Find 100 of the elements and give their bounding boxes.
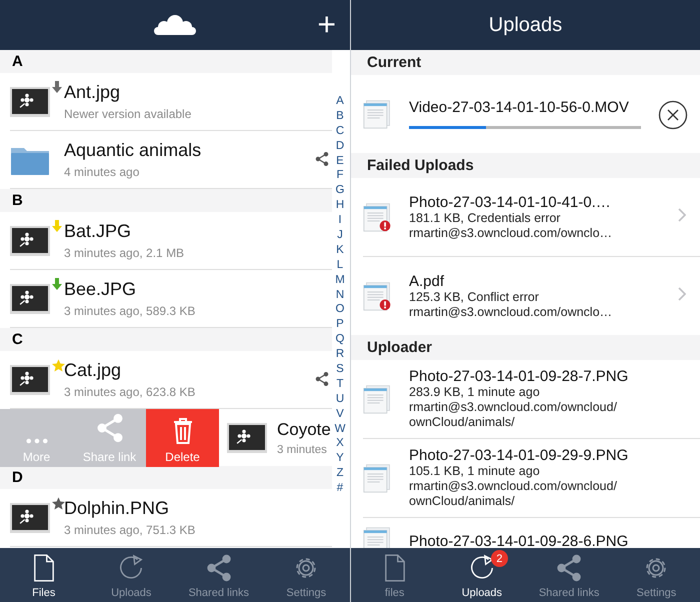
file-details: 3 minutes ago, 623.8 KB bbox=[64, 385, 196, 399]
index-letter[interactable]: K bbox=[336, 242, 344, 258]
file-name: Ant.jpg bbox=[64, 82, 122, 103]
file-name: Coyote bbox=[277, 420, 331, 440]
delete-action-button[interactable]: Delete bbox=[146, 408, 219, 466]
upload-details: rmartin@s3.owncloud.com/owncloud/ bbox=[409, 400, 618, 415]
tab[interactable]: files bbox=[351, 548, 438, 602]
image-thumbnail-icon bbox=[227, 422, 267, 452]
document-icon bbox=[363, 384, 393, 414]
document-error-icon bbox=[363, 281, 393, 311]
upload-file-name: Photo-27-03-14-01-09-28-7.PNG bbox=[409, 368, 628, 385]
file-details: 3 minutes ago, 589.3 KB bbox=[64, 304, 196, 318]
upload-details: 105.1 KB, 1 minute ago bbox=[409, 464, 541, 479]
index-letter[interactable]: G bbox=[336, 183, 344, 198]
section-header: Uploader bbox=[351, 335, 700, 360]
tab[interactable]: Uploads bbox=[88, 548, 175, 602]
chevron-icon bbox=[678, 287, 686, 301]
index-letter[interactable]: C bbox=[336, 124, 344, 139]
index-letter[interactable]: N bbox=[336, 288, 344, 302]
more-icon bbox=[26, 438, 48, 444]
document-icon bbox=[363, 526, 393, 548]
cancel-icon[interactable] bbox=[658, 100, 688, 130]
tab[interactable]: Settings bbox=[612, 548, 700, 602]
add-button[interactable]: + bbox=[317, 6, 336, 42]
upload-details: rmartin@s3.owncloud.com/ownclo… bbox=[409, 226, 612, 240]
index-letter[interactable]: D bbox=[336, 138, 344, 154]
image-thumbnail-icon bbox=[10, 364, 50, 394]
file-details: Newer version available bbox=[64, 107, 192, 121]
index-letter[interactable]: I bbox=[338, 213, 342, 228]
index-letter[interactable]: A bbox=[336, 94, 344, 109]
index-letter[interactable]: S bbox=[336, 362, 344, 377]
share-icon[interactable] bbox=[314, 371, 330, 387]
upload-details: rmartin@s3.owncloud.com/owncloud/ bbox=[409, 479, 618, 494]
file-icon bbox=[384, 554, 406, 582]
index-letter[interactable]: W bbox=[334, 422, 346, 436]
tab[interactable]: Files bbox=[0, 548, 88, 602]
file-icon bbox=[32, 554, 55, 582]
upload-file-name: A.pdf bbox=[409, 272, 446, 290]
upload-row[interactable]: Photo-27-03-14-01-09-28-7.PNG 283.9 KB, 1 minute ago rmartin@s3.owncloud.com/owncloud/ ownCloud/animals/ bbox=[363, 360, 700, 439]
file-row[interactable]: Bat.JPG 3 minutes ago, 2.1 MB bbox=[10, 212, 332, 270]
file-name: Bat.JPG bbox=[64, 221, 132, 242]
index-letter[interactable]: O bbox=[336, 302, 344, 318]
index-letter[interactable]: Q bbox=[336, 332, 344, 348]
file-name: Aquantic animals bbox=[64, 140, 202, 161]
index-letter[interactable]: J bbox=[337, 228, 343, 243]
file-name: Cat.jpg bbox=[64, 360, 122, 381]
count-badge: 2 bbox=[490, 550, 508, 567]
index-letter[interactable]: X bbox=[336, 436, 344, 452]
index-letter[interactable]: V bbox=[336, 406, 344, 422]
upload-row[interactable]: Video-27-03-14-01-10-56-0.MOV bbox=[363, 75, 700, 153]
index-letter[interactable]: L bbox=[336, 258, 344, 273]
document-icon bbox=[363, 99, 393, 129]
screen-title: Uploads bbox=[488, 14, 562, 36]
section-header: B bbox=[0, 189, 332, 212]
index-letter[interactable]: R bbox=[336, 347, 344, 362]
file-details: 4 minutes ago bbox=[64, 165, 140, 179]
section-header: D bbox=[0, 466, 332, 489]
upload-row[interactable]: Photo-27-03-14-01-10-41-0.… 181.1 KB, Credentials error rmartin@s3.owncloud.com/ownclo… bbox=[363, 178, 700, 257]
index-letter[interactable]: H bbox=[336, 198, 344, 214]
index-letter[interactable]: Z bbox=[336, 466, 344, 482]
document-icon bbox=[363, 463, 393, 493]
index-letter[interactable]: T bbox=[336, 376, 344, 392]
share-icon[interactable] bbox=[314, 151, 330, 167]
index-letter[interactable]: Y bbox=[336, 451, 344, 466]
upload-file-name: Photo-27-03-14-01-10-41-0.… bbox=[409, 194, 612, 210]
image-thumbnail-icon bbox=[10, 86, 50, 116]
section-header: Current bbox=[351, 50, 700, 75]
upload-details: 181.1 KB, Credentials error bbox=[409, 210, 562, 226]
upload-file-name: Photo-27-03-14-01-09-29-9.PNG bbox=[409, 447, 628, 464]
index-letter[interactable]: B bbox=[336, 108, 344, 124]
upload-details: ownCloud/animals/ bbox=[409, 415, 516, 430]
section-header: A bbox=[0, 50, 332, 73]
upload-row[interactable]: Photo-27-03-14-01-09-29-9.PNG 105.1 KB, 1 minute ago rmartin@s3.owncloud.com/owncloud/ ownCloud/animals/ bbox=[363, 439, 700, 518]
file-name: Dolphin.PNG bbox=[64, 498, 170, 519]
index-letter[interactable]: E bbox=[336, 154, 344, 168]
image-thumbnail-icon bbox=[10, 226, 50, 256]
index-letter[interactable]: F bbox=[336, 168, 344, 184]
index-letter[interactable]: # bbox=[336, 481, 344, 496]
tab[interactable]: 2 Uploads bbox=[438, 548, 526, 602]
file-name: Bee.JPG bbox=[64, 279, 138, 300]
tab[interactable]: Shared links bbox=[175, 548, 262, 602]
image-thumbnail-icon bbox=[10, 284, 50, 314]
index-letter[interactable]: U bbox=[336, 392, 344, 407]
index-letter[interactable]: P bbox=[336, 317, 344, 332]
file-row[interactable]: Dolphin.PNG 3 minutes ago, 751.3 KB bbox=[10, 489, 332, 547]
file-row[interactable]: Ant.jpg Newer version available bbox=[10, 73, 332, 131]
upload-row[interactable]: A.pdf 125.3 KB, Conflict error rmartin@s3.owncloud.com/ownclo… bbox=[363, 257, 700, 335]
upload-details: ownCloud/animals/ bbox=[409, 494, 516, 509]
tab[interactable]: Settings bbox=[262, 548, 350, 602]
upload-details: 125.3 KB, Conflict error bbox=[409, 290, 540, 304]
trash-icon bbox=[172, 418, 192, 444]
file-details: 3 minutes bbox=[277, 444, 328, 456]
section-header: C bbox=[0, 328, 332, 351]
upload-file-name: Video-27-03-14-01-10-56-0.MOV bbox=[409, 99, 630, 116]
index-letter[interactable]: M bbox=[335, 272, 345, 288]
cloud-logo-icon bbox=[153, 13, 197, 37]
chevron-icon bbox=[678, 208, 686, 222]
tab[interactable]: Shared links bbox=[526, 548, 613, 602]
section-header: Failed Uploads bbox=[351, 153, 700, 178]
file-details: 3 minutes ago, 751.3 KB bbox=[64, 523, 196, 537]
